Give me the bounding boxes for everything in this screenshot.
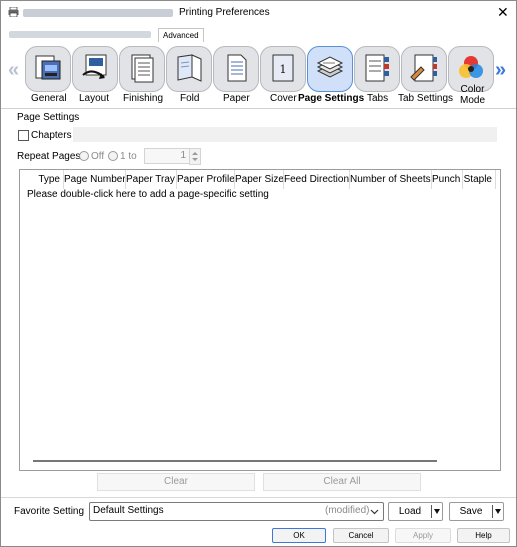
ok-button[interactable]: OK (272, 528, 326, 543)
favorite-setting-label: Favorite Setting (14, 506, 85, 517)
page-settings-table[interactable]: Type Page Number Paper Tray Paper Profil… (19, 169, 501, 471)
toolbar-page-settings[interactable] (307, 46, 353, 92)
color-mode-icon (459, 56, 483, 78)
toolbar-general[interactable] (25, 46, 71, 92)
favorite-setting-select[interactable]: Default Settings (modified) (89, 502, 384, 521)
favorite-modified-label: (modified) (325, 505, 370, 516)
chevron-down-icon (370, 509, 379, 515)
toolbar-finishing[interactable] (119, 46, 165, 92)
cover-icon: 1 (272, 54, 294, 82)
toolbar-paper[interactable] (213, 46, 259, 92)
column-header[interactable]: Number of Sheets (350, 170, 432, 189)
cover-page-number: 1 (280, 63, 287, 76)
horizontal-scrollbar[interactable] (33, 460, 437, 462)
printing-preferences-window: Printing Preferences ✕ Advanced « Genera… (0, 0, 517, 547)
repeat-pages-label: Repeat Pages (17, 151, 81, 162)
toolbar-color-mode-label: Color Mode (460, 84, 486, 106)
column-header[interactable]: Page Number (64, 170, 126, 189)
repeat-off-radio[interactable] (79, 151, 89, 161)
chapters-input (73, 127, 497, 142)
column-header[interactable]: Type (20, 170, 64, 189)
toolbar-tabs[interactable] (354, 46, 400, 92)
tab-advanced[interactable]: Advanced (158, 28, 204, 42)
column-header[interactable]: Staple (463, 170, 496, 189)
toolbar-tab-settings[interactable] (401, 46, 447, 92)
tab-redacted[interactable] (9, 31, 151, 38)
page-settings-icon (316, 56, 344, 78)
toolbar-paper-label: Paper (223, 93, 250, 104)
toolbar-finishing-label: Finishing (123, 93, 164, 104)
repeat-count-value: 1 (180, 150, 186, 161)
toolbar-fold[interactable] (166, 46, 212, 92)
toolbar-general-label: General (31, 93, 67, 104)
close-icon[interactable]: ✕ (497, 5, 509, 19)
toolbar-fold-label: Fold (180, 93, 200, 104)
divider (1, 497, 516, 498)
printer-icon (8, 7, 19, 17)
scroll-left-icon[interactable]: « (8, 60, 19, 80)
layout-icon (82, 54, 107, 79)
paper-icon (227, 54, 247, 82)
fold-icon (177, 54, 202, 82)
favorite-setting-value: Default Settings (93, 505, 164, 516)
finishing-icon (131, 54, 154, 83)
toolbar-page-settings-label: Page Settings (298, 93, 365, 104)
page-settings-group-label: Page Settings (17, 112, 80, 123)
stepper-arrows-icon (192, 152, 198, 161)
repeat-off-label: Off (91, 151, 105, 162)
general-icon (35, 55, 61, 80)
repeat-one-to-radio[interactable] (108, 151, 118, 161)
repeat-count-stepper[interactable] (189, 148, 201, 165)
scroll-right-icon[interactable]: » (495, 60, 506, 80)
function-toolbar: « General Layout Finishing Fold Paper 1 … (1, 44, 516, 109)
column-header[interactable]: Paper Profile (177, 170, 235, 189)
split-divider (431, 505, 432, 518)
toolbar-layout[interactable] (72, 46, 118, 92)
table-add-hint[interactable]: Please double-click here to add a page-s… (27, 189, 269, 200)
tab-settings-icon (410, 54, 437, 82)
clear-all-button[interactable]: Clear All (263, 473, 421, 491)
save-dropdown-icon[interactable] (495, 509, 501, 514)
tab-strip: Advanced (1, 26, 516, 43)
clear-button[interactable]: Clear (97, 473, 255, 491)
toolbar-tab-settings-label: Tab Settings (398, 93, 454, 104)
toolbar-cover[interactable]: 1 (260, 46, 306, 92)
window-title: Printing Preferences (179, 7, 270, 18)
column-header[interactable]: Feed Direction (284, 170, 350, 189)
tabs-icon (365, 54, 389, 82)
repeat-count-input[interactable]: 1 (144, 148, 191, 164)
title-bar: Printing Preferences ✕ (1, 1, 516, 25)
toolbar-cover-label: Cover (270, 93, 297, 104)
load-button-label: Load (398, 506, 422, 517)
save-button[interactable]: Save (449, 502, 504, 521)
load-dropdown-icon[interactable] (434, 509, 440, 514)
toolbar-tabs-label: Tabs (367, 93, 389, 104)
save-button-label: Save (459, 506, 483, 517)
chapters-label: Chapters (31, 130, 72, 141)
column-header[interactable]: Paper Tray (126, 170, 177, 189)
load-button[interactable]: Load (388, 502, 443, 521)
column-header[interactable]: Punch (432, 170, 463, 189)
printer-name-redacted (23, 9, 173, 17)
toolbar-layout-label: Layout (79, 93, 110, 104)
chapters-checkbox[interactable] (18, 130, 29, 141)
cancel-button[interactable]: Cancel (333, 528, 389, 543)
split-divider (492, 505, 493, 518)
apply-button[interactable]: Apply (395, 528, 451, 543)
column-header[interactable]: Paper Size (235, 170, 284, 189)
repeat-one-to-label: 1 to (120, 151, 137, 162)
help-button[interactable]: Help (457, 528, 510, 543)
